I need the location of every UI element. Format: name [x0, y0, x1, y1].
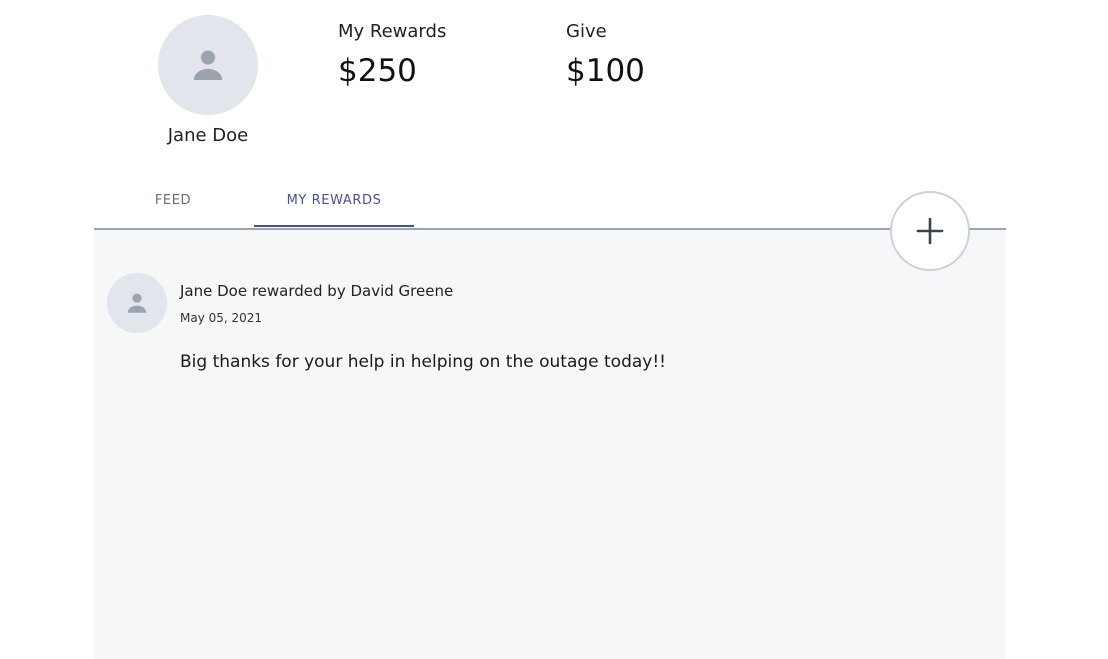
my-rewards-label: My Rewards — [338, 21, 447, 42]
my-rewards-stat: My Rewards $250 — [338, 21, 446, 89]
profile-name: Jane Doe — [167, 125, 249, 146]
give-value: $100 — [566, 53, 645, 89]
tab-feed[interactable]: FEED — [94, 190, 252, 225]
post-date: May 05, 2021 — [180, 311, 263, 325]
plus-icon — [916, 217, 944, 245]
tab-bar: FEED MY REWARDS — [94, 190, 1006, 227]
profile-avatar — [158, 15, 258, 115]
post-title: Jane Doe rewarded by David Greene — [180, 282, 454, 300]
post-message: Big thanks for your help in helping on t… — [180, 352, 666, 372]
rewards-page: Jane Doe My Rewards $250 Give $100 FEED … — [0, 0, 1108, 659]
feed-panel: Jane Doe rewarded by David Greene May 05… — [94, 230, 1006, 659]
post-avatar — [107, 273, 167, 333]
give-label: Give — [566, 21, 607, 42]
my-rewards-value: $250 — [338, 53, 417, 89]
person-icon — [127, 293, 147, 313]
tab-my-rewards[interactable]: MY REWARDS — [254, 190, 414, 227]
give-stat: Give $100 — [566, 21, 645, 89]
add-reward-button[interactable] — [890, 191, 970, 271]
person-icon — [193, 50, 223, 80]
